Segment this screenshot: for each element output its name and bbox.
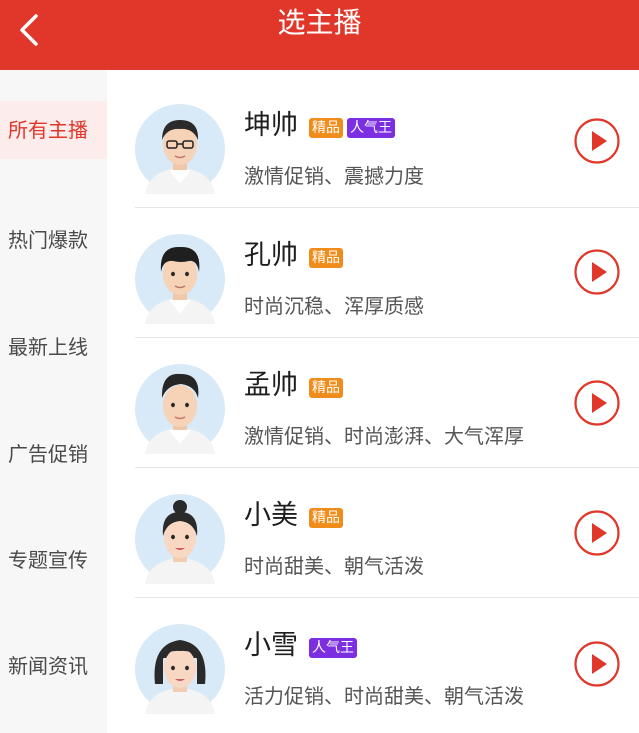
app-root: 选主播 所有主播 热门爆款 最新上线 广告促销 专题宣传 新闻资讯 坤帅 精品 … [0, 0, 639, 733]
premium-badge: 精品 [309, 118, 343, 138]
category-sidebar: 所有主播 热门爆款 最新上线 广告促销 专题宣传 新闻资讯 [0, 70, 107, 733]
avatar [135, 364, 225, 454]
anchor-name: 小雪 [244, 630, 298, 661]
play-circle-icon[interactable] [574, 641, 620, 687]
play-circle-icon[interactable] [574, 249, 620, 295]
play-circle-icon[interactable] [574, 510, 620, 556]
anchor-name: 坤帅 [244, 110, 298, 141]
sidebar-item-all-anchors[interactable]: 所有主播 [0, 101, 107, 159]
sidebar-item-label: 最新上线 [8, 335, 88, 359]
sidebar-item-ads[interactable]: 广告促销 [0, 425, 107, 483]
anchor-name: 孔帅 [244, 240, 298, 271]
sidebar-item-hot[interactable]: 热门爆款 [0, 211, 107, 269]
sidebar-item-label: 新闻资讯 [8, 654, 88, 678]
anchor-description: 激情促销、时尚澎湃、大气浑厚 [244, 424, 524, 448]
avatar [135, 494, 225, 584]
anchor-description: 激情促销、震撼力度 [244, 164, 424, 188]
anchor-name: 孟帅 [244, 370, 298, 401]
avatar [135, 104, 225, 194]
anchor-list: 坤帅 精品 人气王 激情促销、震撼力度 孔帅 精品 时尚沉稳、浑厚质感 孟帅 精… [107, 70, 639, 733]
avatar [135, 624, 225, 714]
sidebar-item-newest[interactable]: 最新上线 [0, 318, 107, 376]
badge-group: 精品 [309, 378, 343, 400]
badge-group: 人气王 [309, 638, 357, 660]
sidebar-item-label: 专题宣传 [8, 548, 88, 572]
anchor-name: 小美 [244, 500, 298, 531]
anchor-row[interactable]: 孔帅 精品 时尚沉稳、浑厚质感 [107, 208, 639, 338]
title-bar: 选主播 [0, 0, 639, 70]
anchor-row[interactable]: 小雪 人气王 活力促销、时尚甜美、朝气活泼 [107, 598, 639, 728]
badge-group: 精品 [309, 508, 343, 530]
sidebar-item-label: 所有主播 [8, 118, 88, 142]
premium-badge: 精品 [309, 508, 343, 528]
anchor-description: 时尚沉稳、浑厚质感 [244, 294, 424, 318]
play-circle-icon[interactable] [574, 118, 620, 164]
sidebar-item-topics[interactable]: 专题宣传 [0, 531, 107, 589]
badge-group: 精品 [309, 248, 343, 270]
anchor-row[interactable]: 小美 精品 时尚甜美、朝气活泼 [107, 468, 639, 598]
popular-badge: 人气王 [347, 118, 395, 138]
anchor-row[interactable]: 坤帅 精品 人气王 激情促销、震撼力度 [107, 78, 639, 208]
avatar [135, 234, 225, 324]
anchor-description: 时尚甜美、朝气活泼 [244, 554, 424, 578]
play-circle-icon[interactable] [574, 380, 620, 426]
premium-badge: 精品 [309, 378, 343, 398]
anchor-row[interactable]: 孟帅 精品 激情促销、时尚澎湃、大气浑厚 [107, 338, 639, 468]
sidebar-item-news[interactable]: 新闻资讯 [0, 637, 107, 695]
popular-badge: 人气王 [309, 638, 357, 658]
sidebar-item-label: 广告促销 [8, 442, 88, 466]
premium-badge: 精品 [309, 248, 343, 268]
sidebar-item-label: 热门爆款 [8, 228, 88, 252]
anchor-description: 活力促销、时尚甜美、朝气活泼 [244, 684, 524, 708]
badge-group: 精品 人气王 [309, 118, 395, 140]
page-title: 选主播 [277, 6, 362, 39]
